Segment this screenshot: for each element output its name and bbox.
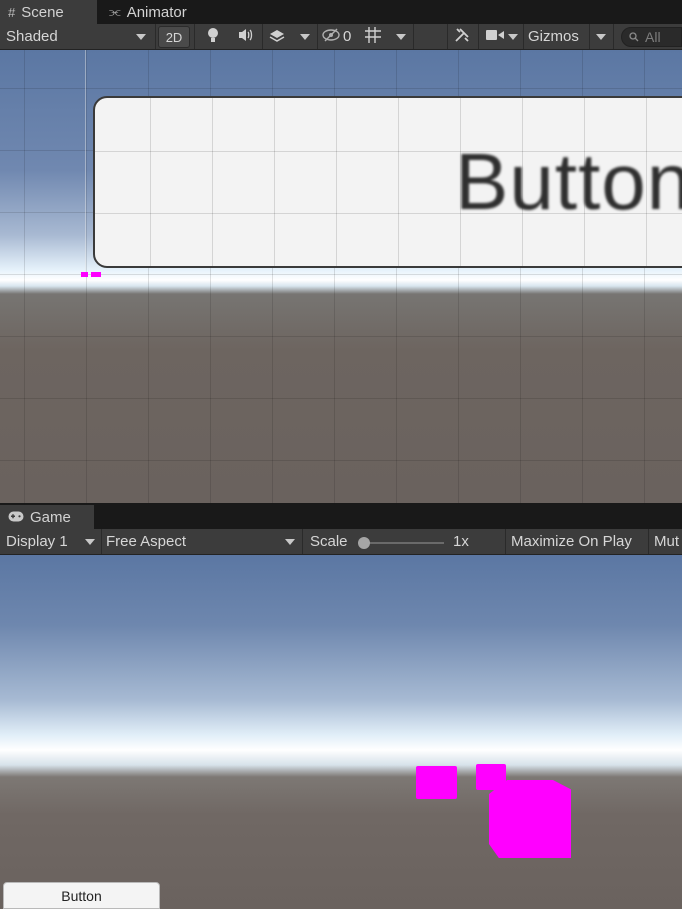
toggle-2d-label: 2D bbox=[165, 29, 183, 45]
effects-toggle[interactable] bbox=[269, 24, 287, 49]
mute-audio-toggle[interactable]: Mut bbox=[654, 529, 679, 554]
display-dropdown[interactable]: Display 1 bbox=[6, 529, 98, 554]
chevron-down-icon bbox=[300, 33, 310, 40]
scale-value: 1x bbox=[453, 529, 469, 554]
gizmos-label: Gizmos bbox=[528, 28, 579, 45]
chevron-down-icon bbox=[136, 33, 146, 40]
search-icon bbox=[629, 29, 639, 45]
canvas-edge-line bbox=[85, 50, 86, 274]
layers-icon bbox=[269, 28, 285, 46]
grid-dropdown[interactable] bbox=[396, 24, 408, 49]
scene-tab-bar: # Scene ⫘ Animator bbox=[0, 0, 682, 24]
draw-mode-label: Shaded bbox=[6, 28, 58, 45]
chevron-down-icon bbox=[85, 538, 95, 545]
tab-animator[interactable]: ⫘ Animator bbox=[101, 0, 205, 24]
aspect-label: Free Aspect bbox=[106, 533, 187, 550]
search-placeholder: All bbox=[645, 29, 661, 45]
hidden-count: 0 bbox=[343, 28, 352, 45]
tab-animator-label: Animator bbox=[126, 3, 187, 21]
missing-material-object bbox=[416, 766, 457, 799]
tools-button[interactable] bbox=[454, 24, 472, 49]
scene-viewport[interactable]: Button bbox=[0, 50, 682, 503]
missing-material-object[interactable] bbox=[81, 272, 88, 277]
scale-slider-track[interactable] bbox=[364, 542, 444, 544]
chevron-down-icon bbox=[596, 33, 606, 40]
grid-icon bbox=[364, 26, 382, 48]
branch-icon: ⫘ bbox=[109, 4, 121, 19]
tab-game[interactable]: Game bbox=[0, 505, 94, 529]
scale-value-text: 1x bbox=[453, 533, 469, 550]
audio-toggle[interactable] bbox=[237, 24, 257, 49]
hierarchy-search-input[interactable]: All bbox=[621, 27, 682, 47]
maximize-on-play-label: Maximize On Play bbox=[511, 533, 632, 550]
scene-toolbar: Shaded 2D 0 Gizmos All bbox=[0, 24, 682, 50]
scene-visibility-toggle[interactable]: 0 bbox=[322, 24, 356, 49]
lighting-toggle[interactable] bbox=[206, 24, 222, 49]
tools-icon bbox=[454, 27, 470, 47]
missing-material-object bbox=[489, 780, 571, 858]
game-viewport[interactable]: Button bbox=[0, 555, 682, 909]
game-ui-button[interactable]: Button bbox=[3, 882, 160, 909]
scale-slider-thumb[interactable] bbox=[358, 537, 370, 549]
scene-ui-button[interactable]: Button bbox=[93, 96, 682, 268]
camera-dropdown[interactable] bbox=[508, 24, 520, 49]
gizmos-button[interactable]: Gizmos bbox=[528, 24, 579, 49]
display-label: Display 1 bbox=[6, 533, 68, 550]
effects-dropdown[interactable] bbox=[300, 24, 312, 49]
draw-mode-dropdown[interactable]: Shaded bbox=[6, 24, 150, 49]
scene-ui-button-label: Button bbox=[455, 137, 682, 226]
chevron-down-icon bbox=[508, 33, 518, 40]
camera-button[interactable] bbox=[486, 24, 504, 49]
camera-icon bbox=[486, 28, 504, 45]
lightbulb-icon bbox=[206, 27, 220, 47]
aspect-dropdown[interactable]: Free Aspect bbox=[106, 529, 298, 554]
scale-label: Scale bbox=[310, 529, 348, 554]
eye-slash-icon bbox=[322, 28, 340, 46]
hash-icon: # bbox=[8, 5, 16, 20]
toggle-2d-button[interactable]: 2D bbox=[158, 26, 190, 48]
maximize-on-play-toggle[interactable]: Maximize On Play bbox=[511, 529, 632, 554]
missing-material-object[interactable] bbox=[91, 272, 101, 277]
tab-scene[interactable]: # Scene bbox=[0, 0, 97, 24]
chevron-down-icon bbox=[285, 538, 295, 545]
game-toolbar: Display 1 Free Aspect Scale 1x Maximize … bbox=[0, 529, 682, 555]
mute-audio-label: Mut bbox=[654, 533, 680, 550]
gamepad-icon bbox=[8, 510, 24, 525]
gizmos-dropdown[interactable] bbox=[596, 24, 608, 49]
grid-toggle[interactable] bbox=[364, 24, 382, 49]
game-tab-bar: Game bbox=[0, 505, 682, 529]
game-ui-button-label: Button bbox=[61, 887, 102, 904]
speaker-icon bbox=[237, 28, 255, 46]
scale-label-text: Scale bbox=[310, 533, 348, 550]
tab-game-label: Game bbox=[30, 509, 71, 526]
chevron-down-icon bbox=[396, 33, 406, 40]
tab-scene-label: Scene bbox=[21, 4, 64, 21]
